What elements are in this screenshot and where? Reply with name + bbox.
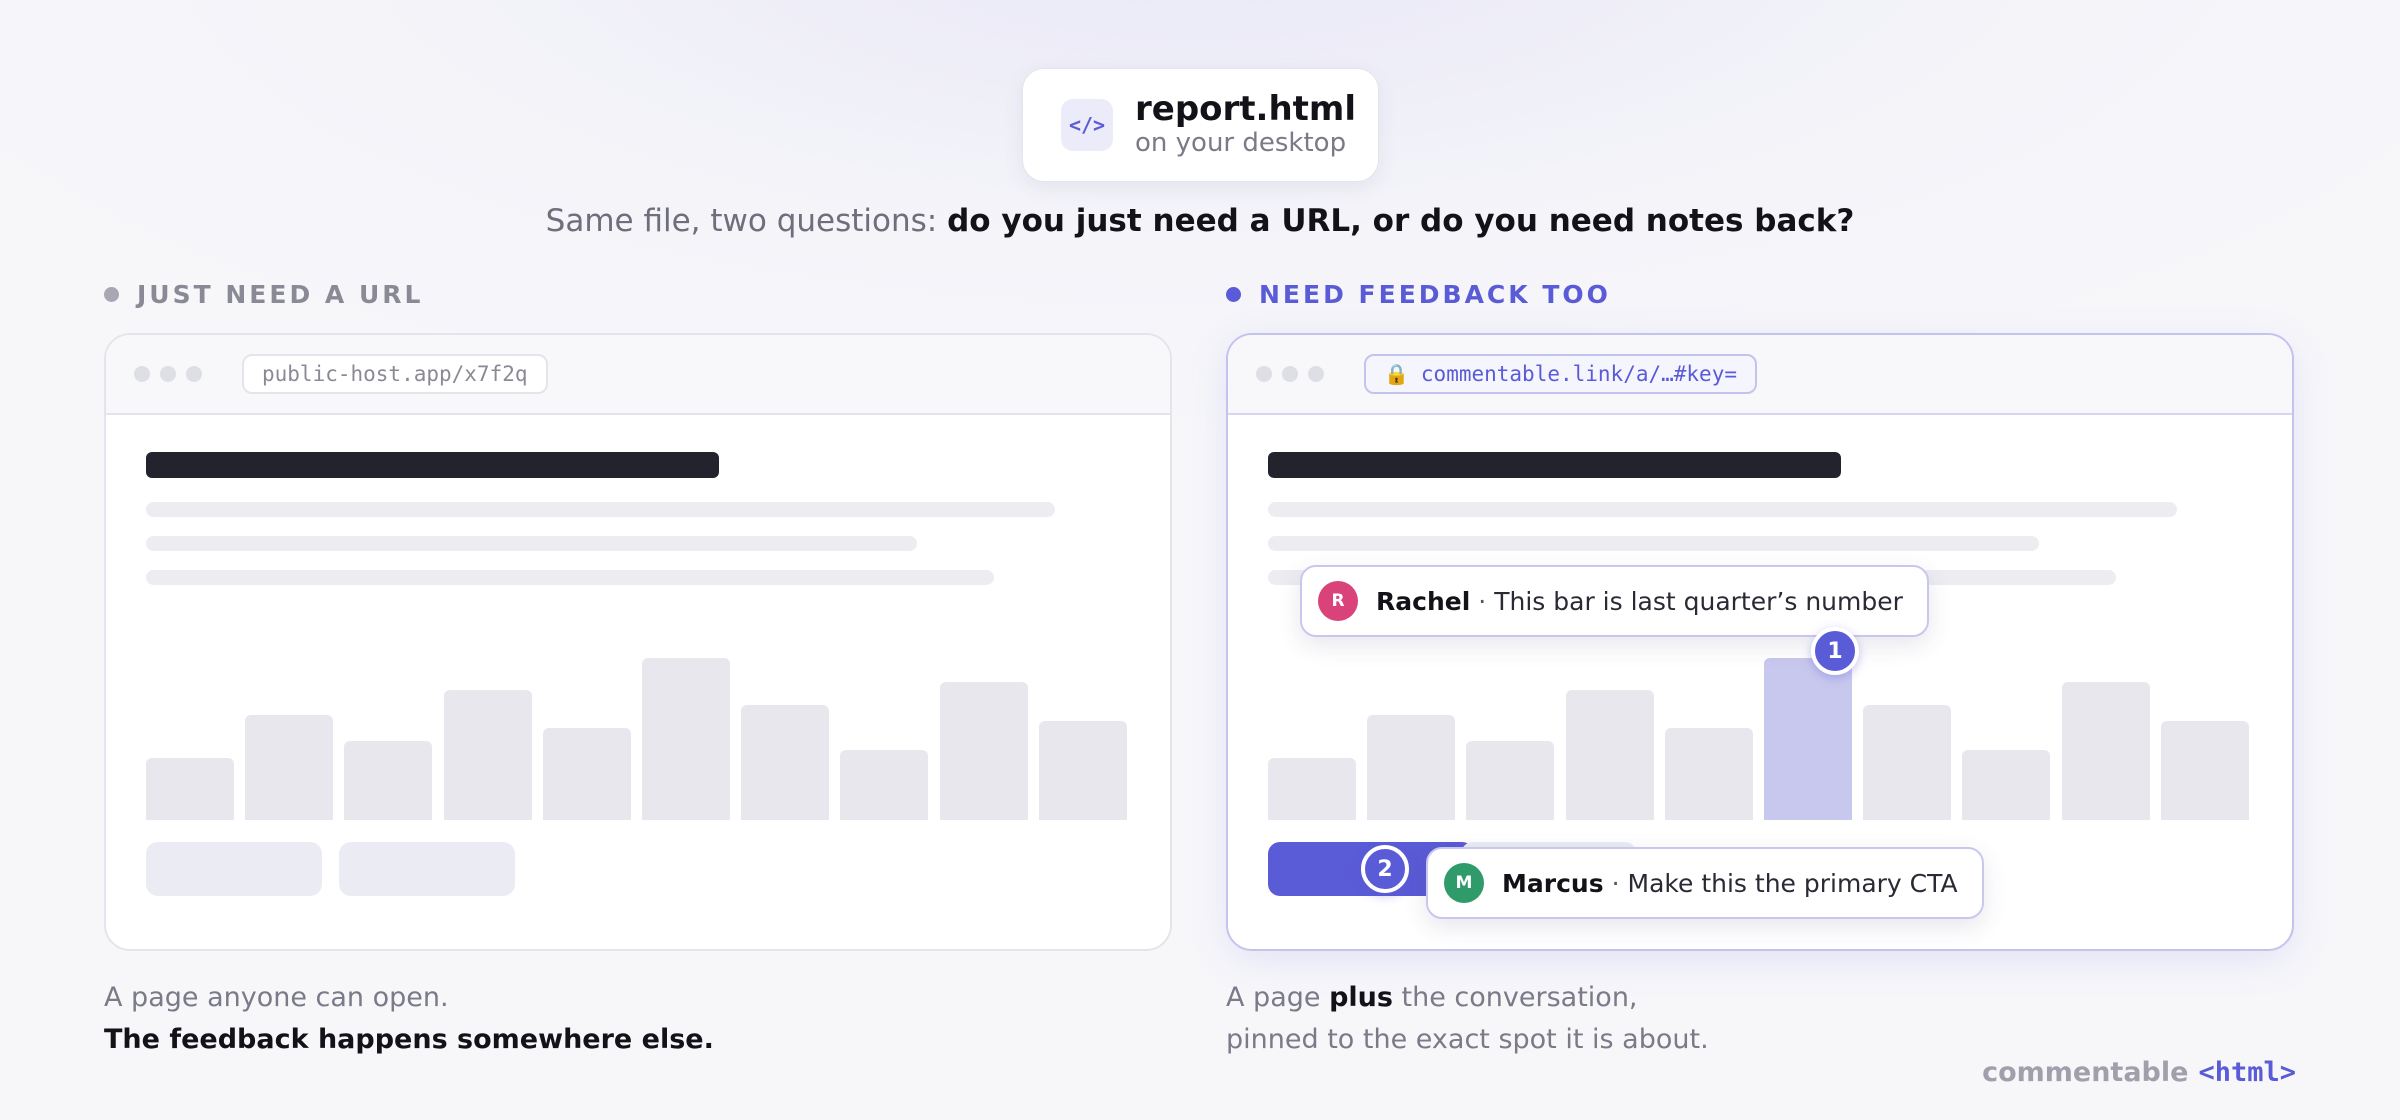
chart-bar	[1764, 658, 1852, 820]
browser-chrome: public-host.app/x7f2q	[106, 335, 1170, 415]
window-dot-icon	[1308, 366, 1324, 382]
file-name: report.html	[1135, 88, 1356, 129]
chart-bar	[1038, 721, 1127, 820]
bullet-dot-icon	[1226, 287, 1241, 302]
lock-icon: 🔒	[1384, 362, 1409, 386]
chart-bar	[741, 704, 830, 820]
placeholder-title	[146, 452, 719, 478]
chart-bar	[1863, 704, 1952, 820]
chart-bar	[443, 690, 532, 820]
brand-wordmark: commentable <html>	[1982, 1057, 2296, 1088]
placeholder-title	[1268, 452, 1841, 478]
chart-bar	[542, 727, 631, 820]
chart-bar	[1962, 750, 2051, 820]
window-dot-icon	[160, 366, 176, 382]
comment-pin-2[interactable]: 2	[1361, 845, 1409, 893]
section-label-feedback: NEED FEEDBACK TOO	[1226, 280, 1611, 309]
avatar: R	[1318, 581, 1358, 621]
chart-bar	[1565, 690, 1654, 820]
caption-commentable: A page plus the conversation, pinned to …	[1226, 982, 1709, 1055]
chart-bar	[1268, 758, 1356, 820]
placeholder-line	[1268, 502, 2177, 517]
placeholder-button	[339, 842, 515, 896]
bullet-dot-icon	[104, 287, 119, 302]
browser-window-commentable: 🔒 commentable.link/a/…#key= R Rachel · T…	[1226, 333, 2294, 951]
caption-public: A page anyone can open. The feedback hap…	[104, 982, 714, 1055]
page-preview: R Rachel · This bar is last quarter’s nu…	[1228, 415, 2292, 951]
comment-bubble-marcus[interactable]: M Marcus · Make this the primary CTA	[1426, 847, 1984, 919]
page-preview	[106, 415, 1170, 951]
browser-window-public: public-host.app/x7f2q	[104, 333, 1172, 951]
comment-pin-1[interactable]: 1	[1811, 627, 1859, 675]
chart-bar	[1664, 727, 1753, 820]
window-dot-icon	[1256, 366, 1272, 382]
chart-bar	[2160, 721, 2249, 820]
placeholder-line	[146, 502, 1055, 517]
chart-bar	[1466, 740, 1555, 820]
window-dot-icon	[134, 366, 150, 382]
chart-bar	[1367, 714, 1456, 820]
address-bar[interactable]: 🔒 commentable.link/a/…#key=	[1364, 354, 1757, 394]
chart-bar	[840, 750, 929, 820]
bar-chart	[1268, 645, 2256, 820]
chart-bar	[146, 758, 234, 820]
avatar: M	[1444, 863, 1484, 903]
file-card: </> report.html on your desktop	[1022, 68, 1379, 182]
placeholder-line	[146, 570, 994, 585]
placeholder-line	[146, 536, 917, 551]
browser-chrome: 🔒 commentable.link/a/…#key=	[1228, 335, 2292, 415]
window-dot-icon	[186, 366, 202, 382]
section-label-url: JUST NEED A URL	[104, 280, 423, 309]
chart-bar	[344, 740, 433, 820]
chart-bar	[245, 714, 334, 820]
chart-bar	[642, 658, 730, 820]
chart-bar	[939, 682, 1028, 820]
window-dot-icon	[1282, 366, 1298, 382]
headline-question: Same file, two questions: do you just ne…	[545, 203, 1855, 239]
placeholder-line	[1268, 536, 2039, 551]
bar-chart	[146, 645, 1134, 820]
address-bar[interactable]: public-host.app/x7f2q	[242, 354, 548, 394]
code-icon: </>	[1061, 99, 1113, 151]
placeholder-button	[146, 842, 322, 896]
chart-bar	[2061, 682, 2150, 820]
file-location: on your desktop	[1135, 128, 1347, 159]
